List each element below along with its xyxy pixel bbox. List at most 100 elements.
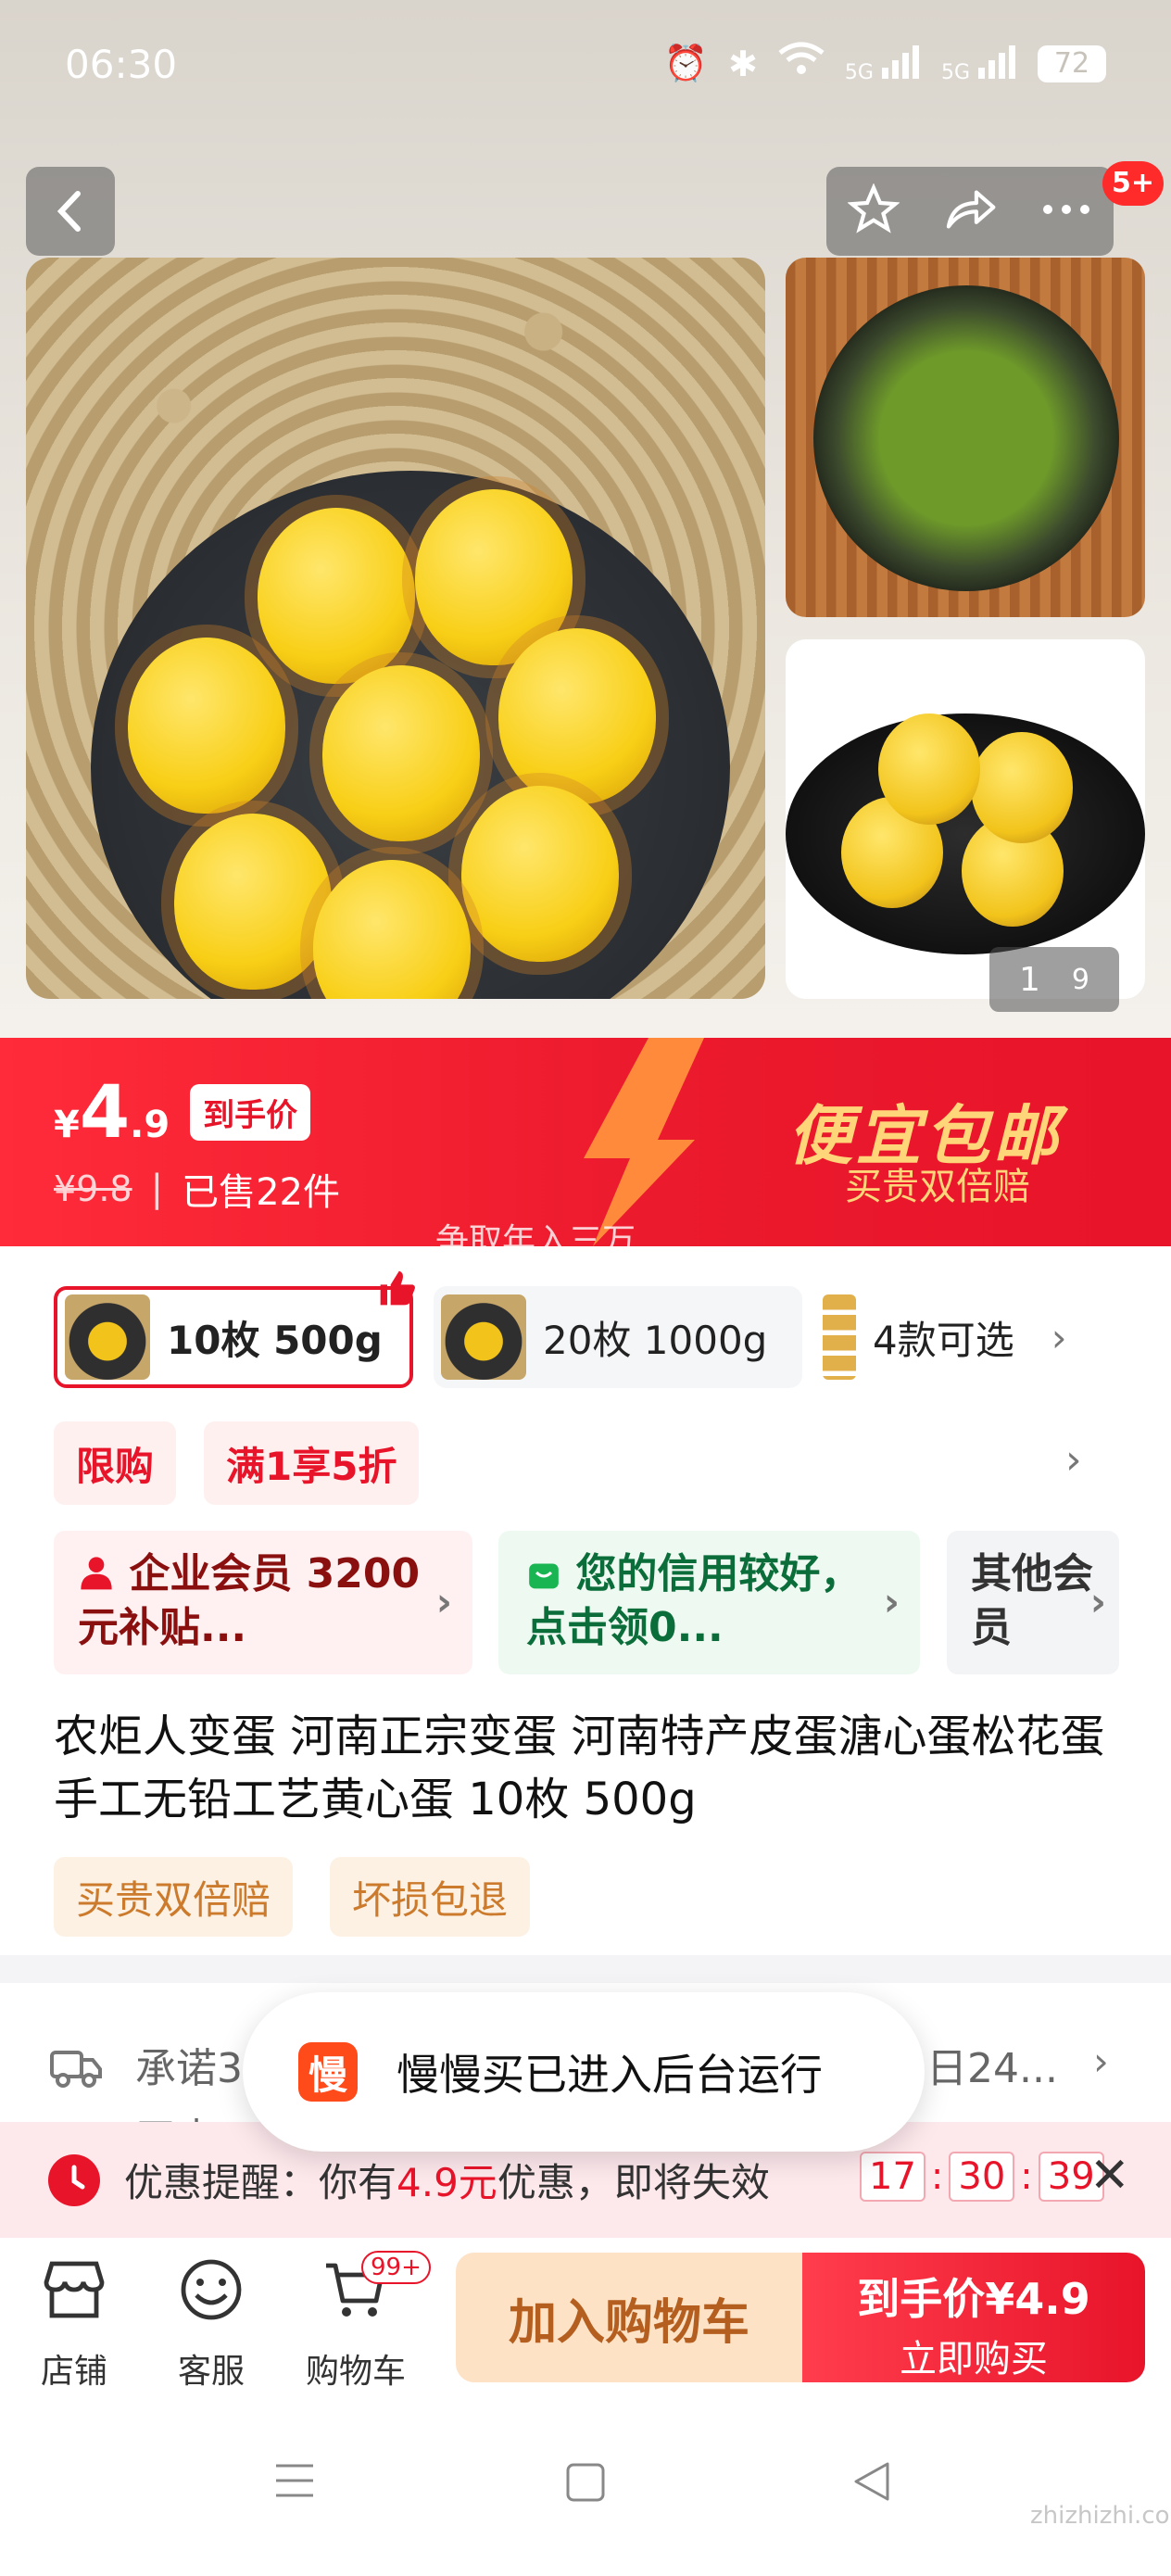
- status-bar: 06:30 ⏰ ✱ 5G 5G 72: [0, 0, 1171, 139]
- sku-selector: 10枚 500g 20枚 1000g 4款可选 ›: [54, 1270, 1147, 1388]
- enterprise-member-text: 企业会员 3200元补贴...: [78, 1550, 421, 1651]
- egg-image: [498, 628, 656, 804]
- status-time: 06:30: [65, 42, 178, 87]
- cart-button[interactable]: 99+ 购物车: [291, 2251, 431, 2393]
- separator: |: [150, 1168, 164, 1210]
- top-actions: [826, 167, 1114, 256]
- more-icon: [1043, 205, 1089, 214]
- sku-more[interactable]: 4款可选 ›: [823, 1286, 1147, 1388]
- section-divider: [0, 1955, 1171, 1983]
- egg-image: [461, 786, 619, 962]
- shop-button[interactable]: 店铺: [9, 2256, 139, 2393]
- coupon-amount: 4.9元: [397, 2160, 497, 2205]
- watermark: zhizhizhi.com: [1030, 2502, 1171, 2530]
- egg-image: [128, 638, 285, 814]
- cart-label: 购物车: [305, 2353, 406, 2391]
- sku-thumbnail: [65, 1294, 150, 1380]
- chevron-right-icon: ›: [1089, 1579, 1106, 1624]
- shipping-text: 承诺3: [135, 2045, 243, 2092]
- egg-image: [878, 713, 980, 825]
- other-member-text: 其他会员: [971, 1550, 1093, 1651]
- sold-count: 已售22件: [182, 1171, 340, 1214]
- banner-subtitle: 买贵双倍赔: [845, 1166, 1030, 1208]
- timer-separator: :: [1020, 2155, 1033, 2198]
- current-page: 1: [1019, 960, 1040, 999]
- customer-service-button[interactable]: 客服: [146, 2256, 276, 2393]
- back-nav-icon[interactable]: [850, 2460, 891, 2503]
- egg-image: [258, 508, 415, 684]
- home-icon[interactable]: [565, 2462, 606, 2503]
- tag-discount[interactable]: 满1享5折: [204, 1421, 420, 1505]
- shop-icon: [44, 2261, 105, 2318]
- chevron-right-icon: ›: [1093, 2039, 1109, 2084]
- sku-label: 10枚 500g: [167, 1317, 383, 1363]
- chevron-right-icon[interactable]: ›: [1065, 1436, 1082, 1484]
- toast-message: 慢慢买已进入后台运行: [397, 2050, 823, 2100]
- currency-symbol: ¥: [54, 1104, 80, 1146]
- buy-now-label: 立即购买: [900, 2338, 1048, 2380]
- shopping-bag-icon: [529, 1563, 559, 1589]
- close-icon[interactable]: ✕: [1089, 2148, 1130, 2203]
- clock-icon: [48, 2153, 100, 2206]
- battery-icon: 72: [1038, 44, 1106, 82]
- gallery-thumbnail-dish[interactable]: [786, 258, 1145, 617]
- menu-icon[interactable]: [274, 2462, 315, 2499]
- credit-text: 您的信用较好，点击领0...: [526, 1550, 862, 1651]
- plate-image: [786, 713, 1145, 954]
- coupon-reminder-text: 优惠提醒：你有4.9元优惠，即将失效: [124, 2160, 770, 2205]
- original-price: ¥9.8: [54, 1168, 132, 1209]
- person-icon: [81, 1557, 112, 1590]
- shipping-time: 日24...: [926, 2045, 1058, 2092]
- signal-icon-2: 5G: [941, 44, 1017, 84]
- cart-count-badge: 99+: [361, 2251, 431, 2284]
- sku-option-20[interactable]: 20枚 1000g: [434, 1286, 802, 1388]
- favorite-button[interactable]: [847, 183, 900, 239]
- timer-separator: :: [930, 2155, 944, 2198]
- egg-image: [971, 732, 1073, 843]
- sku-more-label: 4款可选: [873, 1317, 1014, 1363]
- other-member-card[interactable]: 其他会员 ›: [947, 1531, 1119, 1674]
- final-price-tag: 到手价: [190, 1084, 311, 1141]
- share-button[interactable]: [942, 183, 998, 239]
- egg-image: [174, 814, 332, 990]
- credit-card[interactable]: 您的信用较好，点击领0... ›: [498, 1531, 920, 1674]
- guarantee-badge-return[interactable]: 坏损包退: [330, 1857, 531, 1937]
- chevron-right-icon: ›: [435, 1579, 452, 1624]
- truck-icon: [50, 2051, 102, 2088]
- status-icons: ⏰ ✱ 5G 5G 72: [664, 42, 1106, 85]
- smile-icon: [181, 2259, 242, 2320]
- gallery-thumbnail-eggs[interactable]: [786, 639, 1145, 999]
- enterprise-member-card[interactable]: 企业会员 3200元补贴... ›: [54, 1531, 472, 1674]
- chevron-right-icon: ›: [1051, 1314, 1067, 1360]
- price-integer: 4: [79, 1071, 131, 1155]
- price-banner: ¥ 4 .9 到手价 ¥9.8 | 已售22件 便宜包邮 买贵双倍赔 争取年入三…: [0, 1038, 1171, 1246]
- egg-image: [313, 860, 471, 999]
- sku-option-10[interactable]: 10枚 500g: [54, 1270, 415, 1388]
- product-title: 农炬人变蛋 河南正宗变蛋 河南特产皮蛋溏心蛋松花蛋手工无铅工艺黄心蛋 10枚 5…: [54, 1711, 1105, 1825]
- notification-badge: 5+: [1102, 161, 1165, 206]
- dish-image: [813, 285, 1119, 591]
- buy-now-button[interactable]: 到手价¥4.9 立即购买: [802, 2253, 1145, 2382]
- thumbs-up-icon: [380, 1270, 415, 1306]
- background-running-toast: 慢 慢慢买已进入后台运行: [243, 1992, 925, 2152]
- more-button[interactable]: [1040, 200, 1092, 222]
- countdown-timer: 17 : 30 : 39: [860, 2152, 1104, 2202]
- gallery-main-image[interactable]: [26, 258, 765, 999]
- price-block: ¥ 4 .9 到手价 ¥9.8 | 已售22件: [54, 1071, 340, 1216]
- back-button[interactable]: [26, 167, 115, 256]
- plate-image: [91, 471, 730, 999]
- add-to-cart-button[interactable]: 加入购物车: [456, 2253, 802, 2382]
- share-icon: [946, 190, 996, 229]
- star-icon: [847, 183, 900, 234]
- tag-limit[interactable]: 限购: [54, 1421, 177, 1505]
- sku-label: 20枚 1000g: [543, 1317, 768, 1363]
- system-navigation-bar: [0, 2414, 1171, 2576]
- gallery-page-counter: 1 9: [989, 947, 1119, 1012]
- wifi-icon: [778, 42, 825, 85]
- manmanmai-app-icon: 慢: [298, 2042, 358, 2102]
- guarantee-badge-double[interactable]: 买贵双倍赔: [54, 1857, 294, 1937]
- sku-thumbnail: [441, 1294, 526, 1380]
- alarm-icon: ⏰: [663, 43, 709, 83]
- banner-marquee: 争取年入三万: [435, 1222, 636, 1246]
- bluetooth-icon: ✱: [728, 43, 758, 84]
